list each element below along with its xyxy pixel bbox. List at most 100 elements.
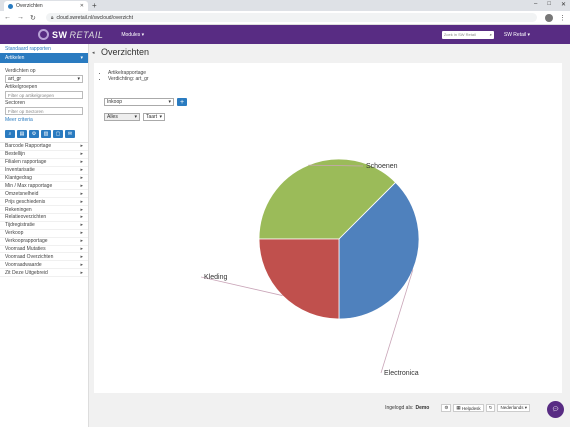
chevron-right-icon: ▸ xyxy=(80,230,83,237)
settings-icon[interactable]: ⚙ xyxy=(29,130,39,138)
profile-avatar[interactable] xyxy=(545,13,553,22)
logo-ring-icon xyxy=(38,29,49,40)
language-select[interactable]: Nederlands ▾ xyxy=(497,404,530,412)
pie-slice-kleding[interactable] xyxy=(258,238,340,320)
sidebar-menu-item[interactable]: Bestellijn ▸ xyxy=(0,151,88,159)
refresh-button[interactable]: ↻ xyxy=(485,404,496,412)
verdichten-value: art_gr xyxy=(8,76,22,82)
pie-label-kleding: Kleding xyxy=(204,274,227,281)
new-tab-icon[interactable]: + xyxy=(92,1,97,10)
tab-title: Overzichten xyxy=(16,3,43,9)
report-card: Artikelrapportage Verdichting: art_gr In… xyxy=(94,63,562,393)
back-icon[interactable]: ← xyxy=(4,14,11,21)
maximize-icon[interactable]: □ xyxy=(547,1,551,8)
browser-tabbar: Overzichten ✕ + – □ ✕ xyxy=(0,0,570,11)
collapse-sidebar-icon[interactable]: ◂ xyxy=(92,50,95,56)
sidebar-menu-item[interactable]: Voorraad Overzichten ▸ xyxy=(0,253,88,262)
sidebar-menu-label: Barcode Rapportage xyxy=(5,143,52,150)
logo[interactable]: SW RETAIL xyxy=(38,29,103,40)
sidebar-menu-item[interactable]: Filialen rapportage ▸ xyxy=(0,159,88,167)
sidebar-menu-item[interactable]: Min / Max rapportage ▸ xyxy=(0,182,88,191)
chevron-right-icon: ▸ xyxy=(80,246,83,253)
chevron-right-icon: ▸ xyxy=(80,175,83,181)
sidebar-menu-label: Min / Max rapportage xyxy=(5,182,53,189)
sidebar-toolbar: ⌕ ▤ ⚙ ▥ ▢ ✉ xyxy=(5,130,83,138)
standard-reports-link[interactable]: Standaard rapporten xyxy=(0,44,88,53)
helpdesk-label: Helpdesk xyxy=(461,405,481,411)
sectoren-filter-input[interactable]: Filter op Sectoren xyxy=(5,107,83,115)
sidebar-menu-label: Omzetsnelheid xyxy=(5,190,39,197)
minimize-icon[interactable]: – xyxy=(534,1,537,8)
sidebar-menu-item[interactable]: Klantgedrag ▸ xyxy=(0,175,88,183)
close-window-icon[interactable]: ✕ xyxy=(561,1,566,8)
pie-label-electronica: Electronica xyxy=(384,370,419,377)
close-tab-icon[interactable]: ✕ xyxy=(80,3,84,9)
artikelgroepen-filter-input[interactable]: Filter op artikelgroepen xyxy=(5,91,83,99)
sidebar-menu-label: Zit Deze Uitgebreid xyxy=(5,269,48,276)
pie-label-schoenen: Schoenen xyxy=(366,163,398,170)
settings-button[interactable]: ⚙ xyxy=(441,404,452,412)
search-icon[interactable]: ⌕ xyxy=(5,130,15,138)
sidebar-menu-item[interactable]: Voorraadwaarde ▸ xyxy=(0,261,88,270)
chevron-right-icon: ▸ xyxy=(80,182,83,189)
logo-retail: RETAIL xyxy=(69,29,104,40)
document-icon[interactable]: ▤ xyxy=(17,130,27,138)
sidebar-menu-item[interactable]: Omzetsnelheid ▸ xyxy=(0,190,88,199)
file-icon[interactable]: ▢ xyxy=(53,130,63,138)
sidebar-menu-label: Verkooprapportage xyxy=(5,238,48,245)
forward-icon[interactable]: → xyxy=(17,14,24,21)
address-bar: ← → ↻ 🔒︎ cloud.swretail.nl/swcloud/overz… xyxy=(0,11,570,25)
mail-icon[interactable]: ✉ xyxy=(65,130,75,138)
sidebar-menu-item[interactable]: Verkooprapportage ▸ xyxy=(0,238,88,246)
more-criteria-link[interactable]: Meer criteria xyxy=(0,116,88,124)
helpdesk-button[interactable]: ▦ Helpdesk xyxy=(453,404,484,412)
reload-icon[interactable]: ↻ xyxy=(30,14,36,22)
sidebar-menu-label: Bestellijn xyxy=(5,151,26,158)
footer: Ingelogd als: Demo ⚙ ▦ Helpdesk ↻ Nederl… xyxy=(385,404,530,412)
account-menu[interactable]: SW Retail ▾ xyxy=(504,32,530,38)
search-placeholder: Zoek in SW Retail xyxy=(443,32,476,37)
logo-sw: SW xyxy=(52,29,68,40)
window-controls: – □ ✕ xyxy=(534,1,566,8)
logged-in-user: Demo xyxy=(415,405,430,411)
chevron-right-icon: ▸ xyxy=(80,253,83,260)
browser-tab[interactable]: Overzichten ✕ xyxy=(4,1,88,11)
search-icon[interactable]: ⌕ xyxy=(490,32,492,37)
modules-menu[interactable]: Modules ▾ xyxy=(121,32,144,38)
sidebar-menu-item[interactable]: Tijdregistratie ▸ xyxy=(0,222,88,230)
sidebar-menu-item[interactable]: Relatieoverzichten ▸ xyxy=(0,214,88,222)
group-label: Artikelgroepen xyxy=(5,84,38,90)
chevron-right-icon: ▸ xyxy=(80,206,83,213)
chevron-down-icon: ▾ xyxy=(77,76,80,82)
chevron-right-icon: ▸ xyxy=(80,222,83,229)
search-input[interactable]: Zoek in SW Retail ⌕ xyxy=(441,30,494,39)
sidebar-menu-label: Voorraad Overzichten xyxy=(5,253,54,260)
url-text: cloud.swretail.nl/swcloud/overzicht xyxy=(56,14,133,21)
verdichten-select[interactable]: art_gr ▾ xyxy=(5,75,83,83)
sidebar-section-artikelen[interactable]: Artikelen ▾ xyxy=(0,53,88,63)
chevron-right-icon: ▸ xyxy=(80,159,83,166)
pie-chart: Schoenen Electronica Kleding xyxy=(200,158,420,377)
favicon-icon xyxy=(8,3,13,9)
sidebar-menu-item[interactable]: Barcode Rapportage ▸ xyxy=(0,143,88,151)
sidebar-menu-label: Voorraad Mutaties xyxy=(5,246,46,253)
chevron-right-icon: ▸ xyxy=(80,198,83,205)
chat-icon[interactable]: 💬︎ xyxy=(547,401,564,418)
sidebar-menu-item[interactable]: Inventarisatie ▸ xyxy=(0,167,88,175)
page-title: Overzichten xyxy=(101,47,150,57)
sidebar-menu-label: Inventarisatie xyxy=(5,167,35,174)
sidebar-menu-label: Relatieoverzichten xyxy=(5,214,47,221)
browser-menu-icon[interactable]: ⋮ xyxy=(559,14,566,22)
sidebar-menu-item[interactable]: Verkoop ▸ xyxy=(0,230,88,238)
sidebar: Standaard rapporten Artikelen ▾ Verdicht… xyxy=(0,44,89,427)
sidebar-menu-label: Verkoop xyxy=(5,230,24,237)
chart-icon[interactable]: ▥ xyxy=(41,130,51,138)
sidebar-menu-item[interactable]: Zit Deze Uitgebreid ▸ xyxy=(0,269,88,278)
chevron-right-icon: ▸ xyxy=(80,190,83,197)
chevron-right-icon: ▸ xyxy=(80,214,83,221)
sidebar-menu-label: Voorraadwaarde xyxy=(5,261,42,268)
sidebar-menu-item[interactable]: Rekeningen ▸ xyxy=(0,206,88,215)
url-field[interactable]: 🔒︎ cloud.swretail.nl/swcloud/overzicht xyxy=(45,13,538,22)
sidebar-menu-item[interactable]: Voorraad Mutaties ▸ xyxy=(0,246,88,254)
sidebar-menu-item[interactable]: Prijs geschiedenis ▸ xyxy=(0,198,88,207)
